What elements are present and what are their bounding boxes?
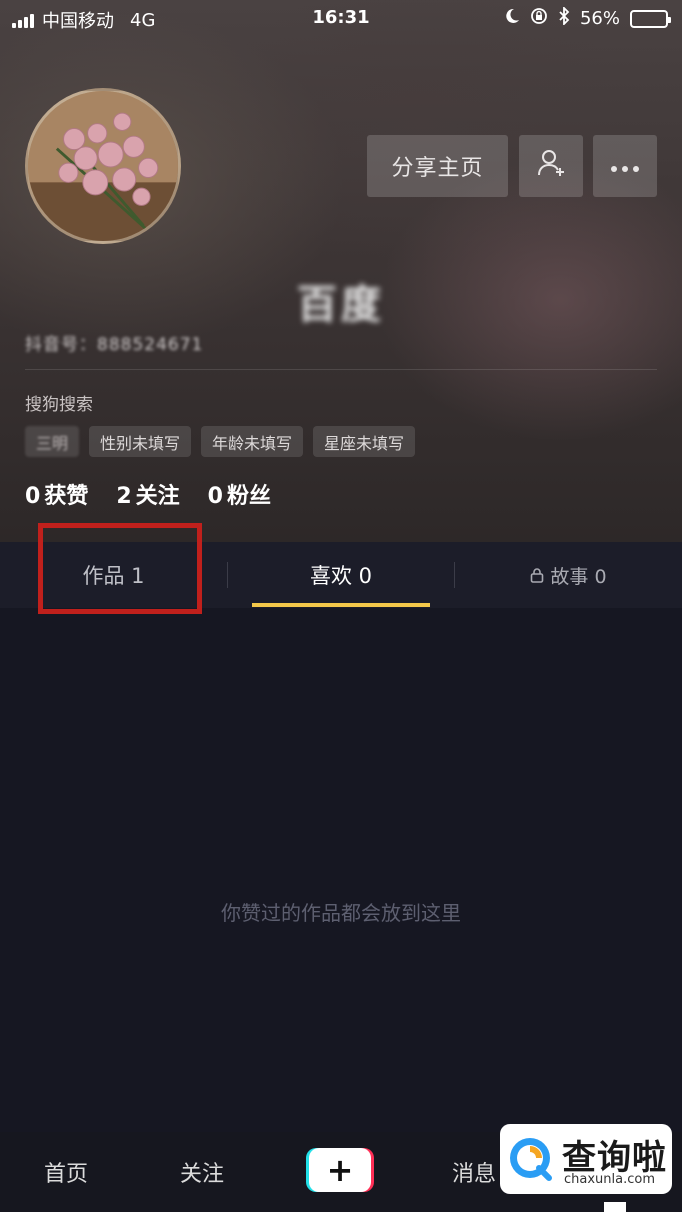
avatar-image (28, 91, 178, 241)
add-friend-button[interactable] (519, 135, 583, 197)
stat-following[interactable]: 2 关注 (116, 478, 179, 510)
stat-followers-value: 0 (207, 484, 223, 509)
more-options-button[interactable] (593, 135, 657, 197)
stat-likes-label: 获赞 (44, 484, 89, 509)
active-tab-indicator (252, 603, 430, 607)
more-icon (610, 154, 640, 179)
stat-following-label: 关注 (135, 484, 180, 509)
profile-signature: 搜狗搜索 (25, 395, 93, 415)
profile-header-background (0, 0, 682, 542)
tab-story-label: 故事 0 (550, 565, 607, 588)
home-indicator-fragment (604, 1202, 626, 1212)
tag-location[interactable]: 三明 (25, 426, 80, 457)
douyin-id: 抖音号：888524671 (25, 335, 204, 355)
nav-messages[interactable]: 消息 (452, 1156, 496, 1188)
stat-likes[interactable]: 0 获赞 (25, 478, 88, 510)
watermark: 查询啦 chaxunla.com (500, 1124, 672, 1194)
empty-state-message: 你赞过的作品都会放到这里 (221, 901, 461, 925)
stat-following-value: 2 (116, 484, 132, 509)
tab-story[interactable]: 故事 0 (455, 542, 682, 608)
tag-constellation[interactable]: 星座未填写 (313, 426, 416, 457)
share-profile-button[interactable]: 分享主页 (367, 135, 508, 197)
tag-age[interactable]: 年龄未填写 (201, 426, 304, 457)
annotation-highlight-box (38, 523, 202, 614)
lock-icon (531, 568, 544, 583)
battery-icon (630, 9, 671, 28)
profile-divider (25, 369, 657, 370)
add-user-icon (536, 148, 566, 184)
bluetooth-icon (558, 5, 570, 30)
profile-tags: 三明 性别未填写 年龄未填写 星座未填写 (25, 426, 416, 457)
avatar[interactable] (25, 88, 181, 244)
watermark-logo-icon (510, 1138, 552, 1181)
moon-icon (504, 8, 520, 29)
watermark-url: chaxunla.com (564, 1172, 655, 1187)
profile-stats: 0 获赞 2 关注 0 粉丝 (25, 478, 271, 510)
stat-followers-label: 粉丝 (226, 484, 271, 509)
plus-icon: + (309, 1148, 371, 1192)
profile-nickname: 百度 (297, 282, 385, 328)
tab-likes[interactable]: 喜欢 0 (228, 542, 454, 608)
tag-gender[interactable]: 性别未填写 (89, 426, 192, 457)
nav-home[interactable]: 首页 (44, 1156, 88, 1188)
stat-likes-value: 0 (25, 484, 41, 509)
status-bar-right: 56% (504, 5, 671, 30)
battery-percent: 56% (579, 8, 620, 29)
rotation-lock-icon (530, 7, 548, 30)
stat-followers[interactable]: 0 粉丝 (208, 478, 271, 510)
nav-follow[interactable]: 关注 (180, 1156, 224, 1188)
create-video-button[interactable]: + (306, 1148, 374, 1192)
status-bar: 中国移动 4G 16:31 56% (0, 0, 682, 36)
